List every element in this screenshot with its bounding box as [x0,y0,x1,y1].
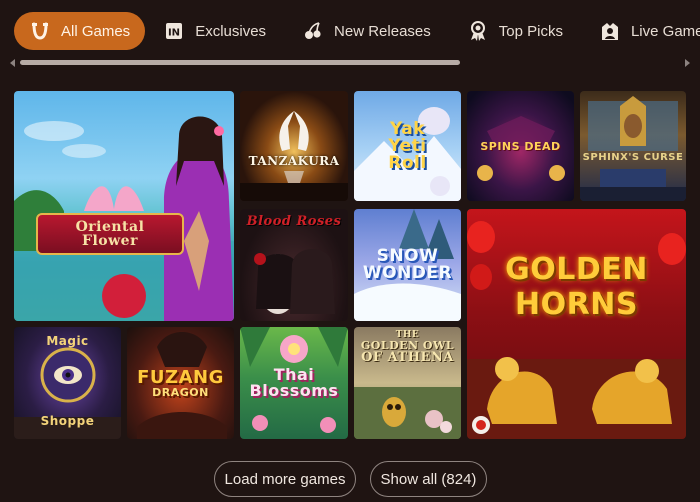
tab-label: Top Picks [498,22,563,40]
category-tabs: All Games IN Exclusives New Releases Top… [0,0,700,62]
oriental-flower-logo: Oriental Flower [36,213,184,255]
game-title: HORNS [515,286,638,322]
live-dealer-icon [599,20,621,42]
tab-exclusives[interactable]: IN Exclusives [147,12,284,50]
game-tile-thai-blossoms[interactable]: Thai Blossoms [240,327,348,439]
fuzang-dragon-logo: FUZANG DRAGON [137,366,224,399]
svg-text:IN: IN [168,28,180,39]
game-title: WONDER [362,263,453,283]
golden-horns-artwork [467,221,686,439]
game-title: SPHINX'S CURSE [582,152,684,163]
game-tile-sphinxs-curse[interactable]: SPHINX'S CURSE [580,91,686,201]
tab-label: Exclusives [195,22,267,40]
oriental-flower-artwork [14,116,234,321]
game-tile-magic-shoppe[interactable]: Magic Shoppe [14,327,121,439]
tab-live-games[interactable]: Live Games [583,12,700,50]
scrollbar-thumb[interactable] [20,60,460,65]
game-title: DRAGON [152,385,209,399]
tab-label: New Releases [334,22,431,40]
tabs-scrollbar[interactable] [0,58,700,68]
game-title: Magic [46,334,89,348]
game-tile-blood-and-roses[interactable]: Blood Roses [240,209,348,321]
cherries-icon [302,20,324,42]
game-title: Blood Roses [246,214,342,229]
thai-blossoms-logo: Thai Blossoms [250,367,339,399]
game-tile-fuzang-dragon[interactable]: FUZANG DRAGON [127,327,234,439]
load-more-games-button[interactable]: Load more games [214,461,356,497]
horseshoe-icon [29,20,51,42]
snow-wonder-logo: SNOW WONDER [363,248,452,282]
tab-label: All Games [61,22,131,40]
sphinx-artwork [580,96,686,201]
tab-label: Live Games [630,22,700,40]
game-title: TANZAKURA [248,154,340,168]
game-title: Roll [388,152,427,173]
game-tile-yak-yeti-roll[interactable]: Yak Yeti Roll [354,91,461,201]
tab-all-games[interactable]: All Games [14,12,146,50]
scroll-left-arrow-icon[interactable] [10,59,15,67]
show-all-button[interactable]: Show all (824) [370,461,487,497]
game-tile-tanzakura[interactable]: TANZAKURA [240,91,348,201]
scroll-right-arrow-icon[interactable] [685,59,690,67]
exclusive-badge-icon: IN [163,20,185,42]
game-title: FUZANG [137,366,224,388]
game-title: SPINS DEAD [480,139,561,153]
tab-top-picks[interactable]: Top Picks [451,12,581,50]
game-title: Oriental [75,219,145,235]
game-title: GOLDEN [505,252,648,287]
game-title: Yak [389,118,426,139]
yak-yeti-logo: Yak Yeti Roll [388,118,427,173]
game-tile-spins-of-the-dead[interactable]: SPINS DEAD [467,91,574,201]
tab-new-releases[interactable]: New Releases [286,12,449,50]
tanzakura-artwork [240,111,348,201]
game-title: Blossoms [249,381,339,400]
golden-owl-logo: THE GOLDEN OWL OF ATHENA [354,331,461,365]
game-tile-snow-wonder[interactable]: SNOW WONDER [354,209,461,321]
award-ribbon-icon [467,20,489,42]
game-tile-golden-owl-of-athena[interactable]: THE GOLDEN OWL OF ATHENA [354,327,461,439]
game-title: Yeti [388,135,427,156]
game-title: Shoppe [40,414,95,428]
game-tile-golden-horns[interactable]: GOLDEN HORNS [467,209,686,439]
game-tile-oriental-flower[interactable]: Oriental Flower [14,91,234,321]
game-title: OF ATHENA [361,350,454,365]
golden-horns-logo: GOLDEN HORNS [467,252,686,322]
game-title: Flower [82,233,138,249]
